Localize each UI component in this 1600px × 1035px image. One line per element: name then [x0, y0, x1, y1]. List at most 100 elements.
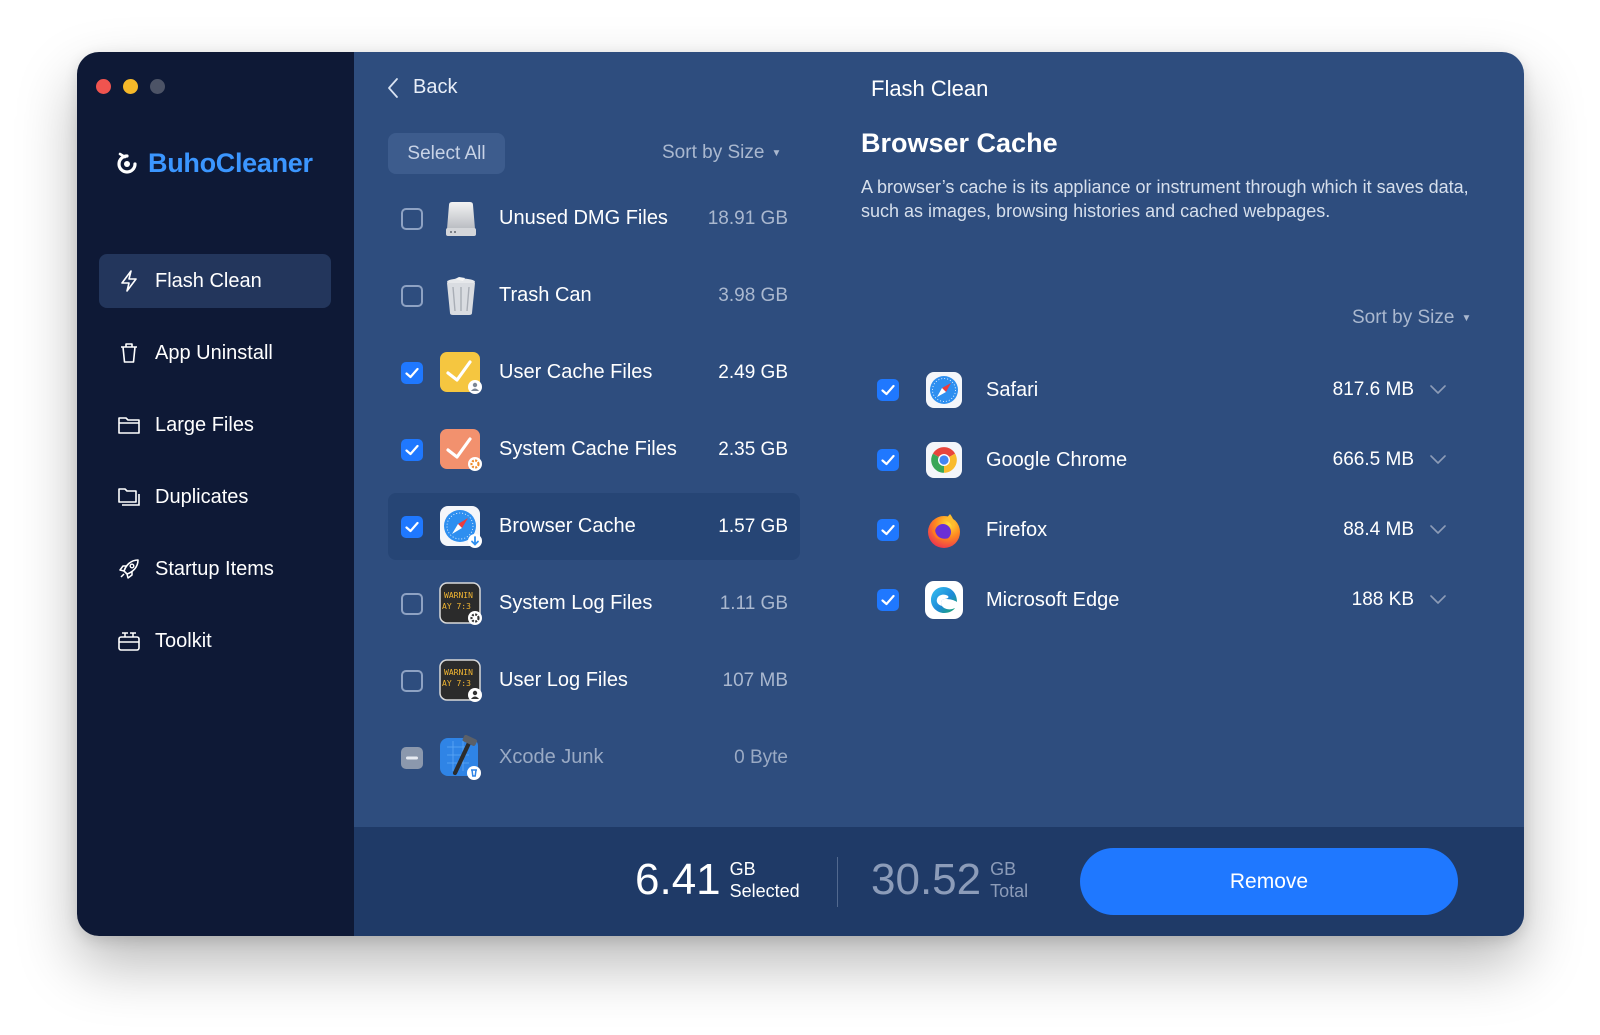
window-controls — [96, 79, 165, 94]
sidebar-item-app-uninstall[interactable]: App Uninstall — [99, 326, 331, 380]
item-size: 0 Byte — [734, 746, 788, 768]
app-window: BuhoCleaner Flash Clean App Uninstall La… — [77, 52, 1524, 936]
item-name: Browser Cache — [499, 515, 636, 537]
list-item-user-log-files[interactable]: WARNIN AY 7:3 User Log Files 107 MB — [388, 647, 800, 714]
checkbox[interactable] — [401, 746, 423, 769]
chrome-icon — [924, 440, 964, 480]
item-name: Unused DMG Files — [499, 207, 668, 229]
back-label: Back — [413, 76, 458, 98]
list-item-system-log-files[interactable]: WARNIN AY 7:3 System Log Files 1.11 GB — [388, 570, 800, 637]
list-item-browser-cache[interactable]: Browser Cache 1.57 GB — [388, 493, 800, 560]
sidebar-item-label: Startup Items — [155, 557, 274, 580]
detail-description: A browser’s cache is its appliance or in… — [861, 177, 1469, 221]
user-cache-icon — [439, 351, 483, 395]
sort-label: Sort by Size — [1352, 307, 1455, 328]
sidebar-nav: Flash Clean App Uninstall Large Files Du… — [99, 254, 331, 686]
sidebar-item-flash-clean[interactable]: Flash Clean — [99, 254, 331, 308]
item-name: User Log Files — [499, 669, 628, 691]
remove-button[interactable]: Remove — [1080, 848, 1458, 915]
checkbox[interactable] — [401, 207, 423, 230]
duplicate-folder-icon — [117, 485, 141, 509]
sidebar-item-label: Toolkit — [155, 629, 212, 652]
checkmark-icon — [405, 521, 419, 532]
system-cache-icon — [439, 428, 483, 472]
toolkit-icon — [117, 629, 141, 653]
browser-row-firefox[interactable]: Firefox 88.4 MB — [864, 495, 1454, 565]
page-title: Flash Clean — [871, 76, 989, 101]
checkbox[interactable] — [877, 449, 899, 471]
close-window-button[interactable] — [96, 79, 111, 94]
list-item-user-cache-files[interactable]: User Cache Files 2.49 GB — [388, 339, 800, 406]
checkmark-icon — [881, 524, 895, 536]
chevron-down-icon[interactable] — [1430, 595, 1448, 605]
item-name: System Cache Files — [499, 438, 677, 460]
list-item-xcode-junk[interactable]: Xcode Junk 0 Byte — [388, 724, 800, 791]
item-size: 18.91 GB — [707, 207, 788, 229]
checkbox[interactable] — [877, 589, 899, 611]
sidebar-item-large-files[interactable]: Large Files — [99, 398, 331, 452]
browser-size: 817.6 MB — [1332, 379, 1414, 400]
chevron-down-icon[interactable] — [1430, 525, 1448, 535]
checkbox[interactable] — [401, 438, 423, 461]
checkbox[interactable] — [401, 592, 423, 615]
log-icon-text: AY 7:3 — [442, 679, 471, 688]
rocket-icon — [117, 557, 141, 581]
checkmark-icon — [405, 444, 419, 455]
item-size: 2.35 GB — [718, 438, 788, 460]
checkmark-icon — [405, 367, 419, 378]
browser-size: 188 KB — [1351, 589, 1414, 610]
browser-cache-icon — [439, 505, 483, 549]
xcode-icon — [439, 734, 483, 780]
detail-title: Browser Cache — [861, 128, 1058, 158]
checkmark-icon — [881, 384, 895, 396]
browser-row-google-chrome[interactable]: Google Chrome 666.5 MB — [864, 425, 1454, 495]
footer-bar: 6.41 GB Selected 30.52 GB Total Remove — [354, 827, 1524, 936]
sidebar-item-label: Flash Clean — [155, 269, 262, 292]
checkbox[interactable] — [877, 379, 899, 401]
log-icon-text: WARNIN — [444, 591, 473, 600]
app-logo: BuhoCleaner — [115, 148, 313, 179]
sidebar-item-toolkit[interactable]: Toolkit — [99, 614, 331, 668]
checkmark-icon — [881, 454, 895, 466]
selected-unit: GB — [729, 859, 756, 879]
caret-down-icon: ▼ — [771, 147, 782, 159]
browser-list: Safari 817.6 MB Google Chrome 666.5 MB F… — [864, 355, 1454, 635]
folder-icon — [117, 413, 141, 437]
checkbox[interactable] — [401, 515, 423, 538]
item-size: 3.98 GB — [718, 284, 788, 306]
firefox-icon — [924, 510, 964, 550]
edge-icon — [924, 580, 964, 620]
dash-icon — [406, 756, 418, 759]
item-name: Xcode Junk — [499, 746, 604, 768]
user-log-icon: WARNIN AY 7:3 — [439, 658, 483, 703]
checkbox[interactable] — [877, 519, 899, 541]
item-size: 1.57 GB — [718, 515, 788, 537]
browser-sort-dropdown[interactable]: Sort by Size ▼ — [1352, 307, 1471, 329]
select-all-button[interactable]: Select All — [388, 133, 505, 174]
total-label: Total — [990, 881, 1029, 901]
browser-row-safari[interactable]: Safari 817.6 MB — [864, 355, 1454, 425]
log-icon-text: WARNIN — [444, 668, 473, 677]
chevron-down-icon[interactable] — [1430, 455, 1448, 465]
checkmark-icon — [881, 594, 895, 606]
buho-logo-icon — [117, 152, 137, 174]
list-item-system-cache-files[interactable]: System Cache Files 2.35 GB — [388, 416, 800, 483]
checkbox[interactable] — [401, 284, 423, 307]
sort-by-size-dropdown[interactable]: Sort by Size ▼ — [662, 142, 781, 164]
item-size: 107 MB — [722, 669, 788, 691]
trash-icon — [117, 341, 141, 365]
selected-label: Selected — [729, 881, 800, 901]
sidebar-item-startup-items[interactable]: Startup Items — [99, 542, 331, 596]
browser-row-microsoft-edge[interactable]: Microsoft Edge 188 KB — [864, 565, 1454, 635]
checkbox[interactable] — [401, 361, 423, 384]
list-item-trash-can[interactable]: Trash Can 3.98 GB — [388, 262, 800, 329]
selected-value: 6.41 — [635, 855, 721, 904]
minimize-window-button[interactable] — [123, 79, 138, 94]
chevron-down-icon[interactable] — [1430, 385, 1448, 395]
back-button[interactable]: Back — [387, 76, 457, 99]
chevron-left-icon — [388, 77, 398, 98]
sidebar-item-duplicates[interactable]: Duplicates — [99, 470, 331, 524]
zoom-window-button[interactable] — [150, 79, 165, 94]
checkbox[interactable] — [401, 669, 423, 692]
list-item-unused-dmg-files[interactable]: Unused DMG Files 18.91 GB — [388, 185, 800, 252]
